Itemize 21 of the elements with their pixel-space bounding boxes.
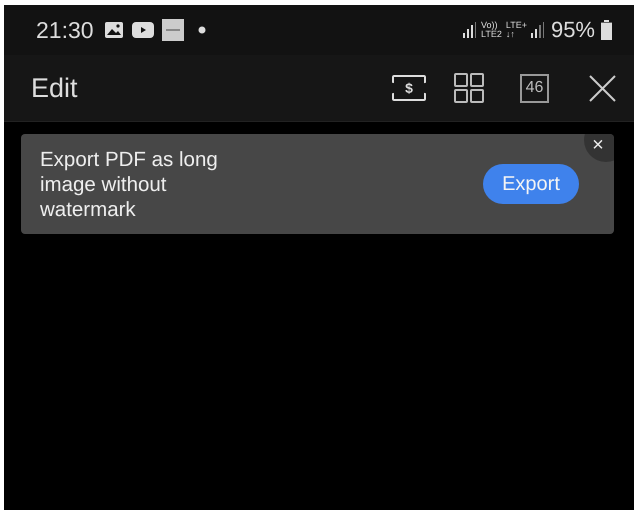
- page-count-button[interactable]: 46: [520, 74, 549, 102]
- signal-icon: [463, 22, 478, 38]
- signal-icon: [530, 22, 545, 38]
- dismiss-button[interactable]: ×: [584, 134, 614, 162]
- banner-message: Export PDF as long image without watermark: [40, 146, 219, 222]
- play-icon: [132, 22, 154, 38]
- close-button[interactable]: [589, 74, 616, 102]
- battery-percent: 95%: [550, 17, 595, 43]
- grid-icon: [454, 73, 484, 103]
- image-icon: [104, 21, 124, 39]
- network-label: Vo)): [481, 21, 499, 30]
- toolbar-title: Edit: [31, 72, 79, 104]
- status-time: 21:30: [36, 16, 94, 44]
- ticket-button[interactable]: $: [392, 75, 426, 101]
- network-label: ↓↑: [506, 30, 516, 39]
- notification-dot-icon: [198, 26, 206, 34]
- network-label: LTE+: [506, 21, 527, 30]
- app-logo-icon: [162, 19, 184, 41]
- network-label: LTE2: [481, 30, 502, 39]
- close-icon: [589, 74, 616, 102]
- grid-button[interactable]: [454, 73, 484, 103]
